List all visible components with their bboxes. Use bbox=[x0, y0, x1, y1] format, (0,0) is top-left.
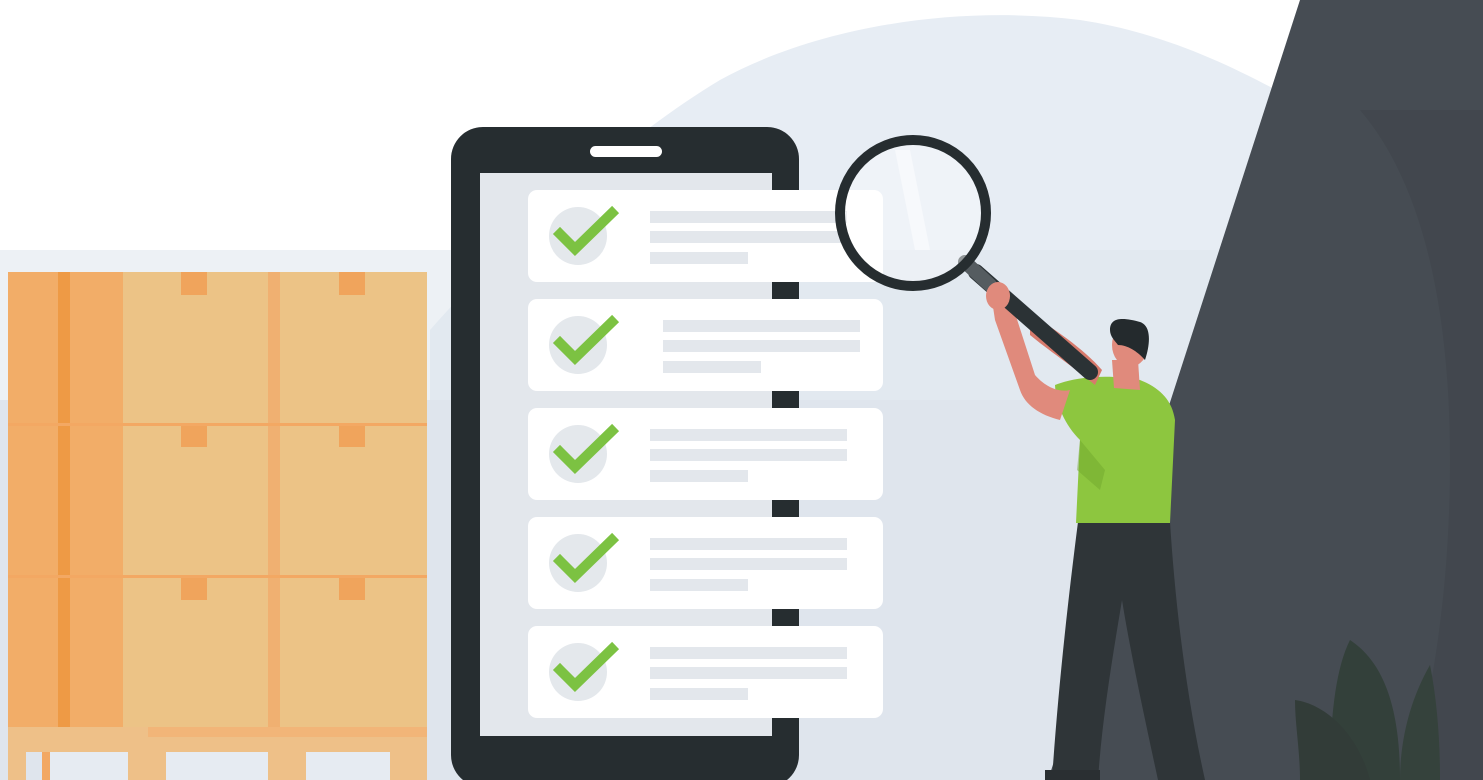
pallet-leg bbox=[8, 752, 26, 780]
text-line bbox=[650, 429, 847, 441]
text-line bbox=[650, 647, 847, 659]
pallet-leg bbox=[268, 752, 306, 780]
checklist-item bbox=[528, 626, 883, 718]
box-tape bbox=[339, 426, 365, 447]
text-line bbox=[650, 667, 847, 679]
box bbox=[280, 426, 427, 575]
text-line bbox=[650, 211, 847, 223]
checklist-item bbox=[528, 190, 883, 282]
checklist-item bbox=[528, 299, 883, 391]
inventory-audit-illustration bbox=[0, 0, 1483, 780]
text-line bbox=[650, 470, 748, 482]
box-tape bbox=[339, 272, 365, 295]
pallet-gap bbox=[166, 752, 268, 780]
box-seam bbox=[268, 272, 280, 727]
box-seam bbox=[8, 423, 427, 426]
checklist-item bbox=[528, 517, 883, 609]
box-tape bbox=[181, 272, 207, 295]
text-line bbox=[650, 231, 847, 243]
pallet-gap bbox=[50, 752, 128, 780]
pallet-leg bbox=[42, 752, 50, 780]
box-left-strip bbox=[58, 272, 70, 727]
box bbox=[123, 426, 268, 575]
pallet-leg bbox=[128, 752, 166, 780]
box-tape bbox=[181, 578, 207, 600]
pallet-board bbox=[148, 727, 427, 737]
phone-speaker bbox=[590, 146, 662, 157]
text-line bbox=[650, 688, 748, 700]
box-tape bbox=[181, 426, 207, 447]
text-line bbox=[650, 558, 847, 570]
text-line bbox=[663, 340, 860, 352]
text-line bbox=[650, 579, 748, 591]
box-stack bbox=[8, 272, 427, 780]
checklist bbox=[528, 190, 883, 718]
box-seam bbox=[8, 575, 427, 578]
text-line bbox=[650, 538, 847, 550]
person-shoe bbox=[1045, 770, 1100, 780]
pallet-leg bbox=[390, 752, 427, 780]
person-hand bbox=[986, 282, 1010, 310]
text-line bbox=[663, 361, 761, 373]
text-line bbox=[663, 320, 860, 332]
illustration bbox=[0, 0, 1483, 780]
checklist-item bbox=[528, 408, 883, 500]
pallet-gap bbox=[306, 752, 390, 780]
box-tape bbox=[339, 578, 365, 600]
text-line bbox=[650, 252, 748, 264]
text-line bbox=[650, 449, 847, 461]
